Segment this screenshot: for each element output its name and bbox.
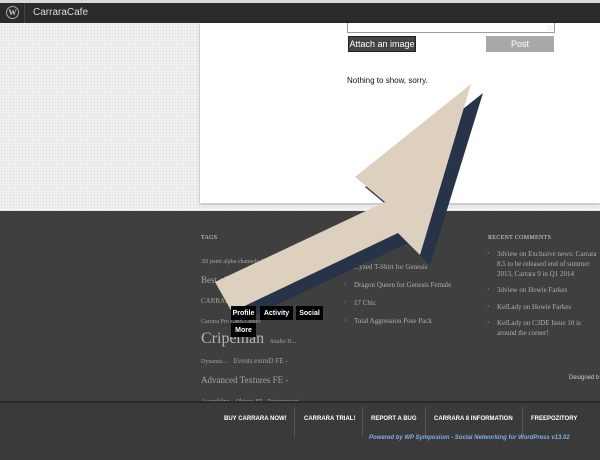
list-item[interactable]: 17 Chic (344, 298, 474, 308)
attach-image-button[interactable]: Attach an image (348, 36, 416, 52)
post-button[interactable]: Post (486, 36, 554, 52)
nav-report-bug[interactable]: REPORT A BUG (371, 416, 417, 422)
nav-divider (425, 407, 426, 437)
post-textarea[interactable]: ::: (347, 23, 555, 33)
tags-heading: TAGS (201, 235, 218, 241)
recent-comment-item[interactable]: 3dview on Howie Farkes (487, 284, 600, 295)
tag-link[interactable]: Best of 2012 (201, 275, 247, 285)
recent-comment-item[interactable]: KelLady on Howie Farkes (487, 301, 600, 312)
tag-link[interactable]: 3D paint alpha channels Ar... (201, 259, 270, 265)
tag-link[interactable]: CARRARA Carrara... (201, 297, 262, 305)
profile-menu-profile[interactable]: Profile (231, 306, 256, 320)
nav-buy-carrara[interactable]: BUY CARRARA NOW! (224, 416, 287, 422)
site-name-link[interactable]: CarraraCafe (33, 7, 88, 18)
admin-bar: W CarraraCafe (0, 3, 600, 23)
recent-comment-item[interactable]: KelLady on C3DE Issue 10 is around the c… (487, 317, 600, 338)
list-item[interactable]: ...yzed T-Shirt for Genesis (344, 262, 474, 272)
powered-by-link[interactable]: Powered by WP Symposium - Social Network… (369, 435, 570, 441)
designed-by-credit: Designed b (569, 375, 600, 381)
profile-menu-social[interactable]: Social (296, 306, 323, 320)
tag-cloud: 3D paint alpha channels Ar... Best of 20… (201, 249, 321, 409)
wordpress-logo-icon[interactable]: W (6, 6, 19, 19)
product-list: ...yzed T-Shirt for Genesis Dragon Queen… (344, 262, 474, 335)
nav-carrara-info[interactable]: CARRARA 8 INFORMATION (434, 416, 513, 422)
tag-link[interactable]: Events extruD FE - (234, 357, 288, 365)
nav-divider (522, 407, 523, 437)
nav-divider (294, 407, 295, 437)
footer-nav: BUY CARRARA NOW! CARRARA TRIAL! REPORT A… (0, 401, 600, 460)
tag-link[interactable]: Studio D... (270, 339, 296, 345)
nav-divider (362, 407, 363, 437)
nav-freepozitory[interactable]: FREEPOZITORY (531, 416, 577, 422)
tag-link[interactable]: Blog C... (253, 279, 275, 285)
resize-grip-icon[interactable]: ::: (548, 26, 553, 32)
empty-feed-message: Nothing to show, sorry. (347, 76, 428, 85)
tag-link[interactable]: Dynamic... (201, 359, 228, 365)
recent-comment-item[interactable]: 3dview on Exclusive news: Carrara 8.5 to… (487, 248, 600, 279)
nav-carrara-trial[interactable]: CARRARA TRIAL! (304, 416, 355, 422)
admin-bar-divider (24, 3, 25, 23)
activity-panel: ::: Attach an image Post Nothing to show… (200, 23, 600, 203)
list-item[interactable]: Dragon Queen for Genesis Female (344, 280, 474, 290)
recent-comments-list: 3dview on Exclusive news: Carrara 8.5 to… (487, 248, 600, 344)
profile-menu-more[interactable]: More (231, 323, 256, 337)
list-item[interactable]: Total Aggression Pose Pack (344, 316, 474, 326)
tag-link[interactable]: Advanced Textures FE - (201, 375, 288, 385)
recent-comments-heading: RECENT COMMENTS (488, 235, 552, 241)
profile-menu-activity[interactable]: Activity (260, 306, 293, 320)
